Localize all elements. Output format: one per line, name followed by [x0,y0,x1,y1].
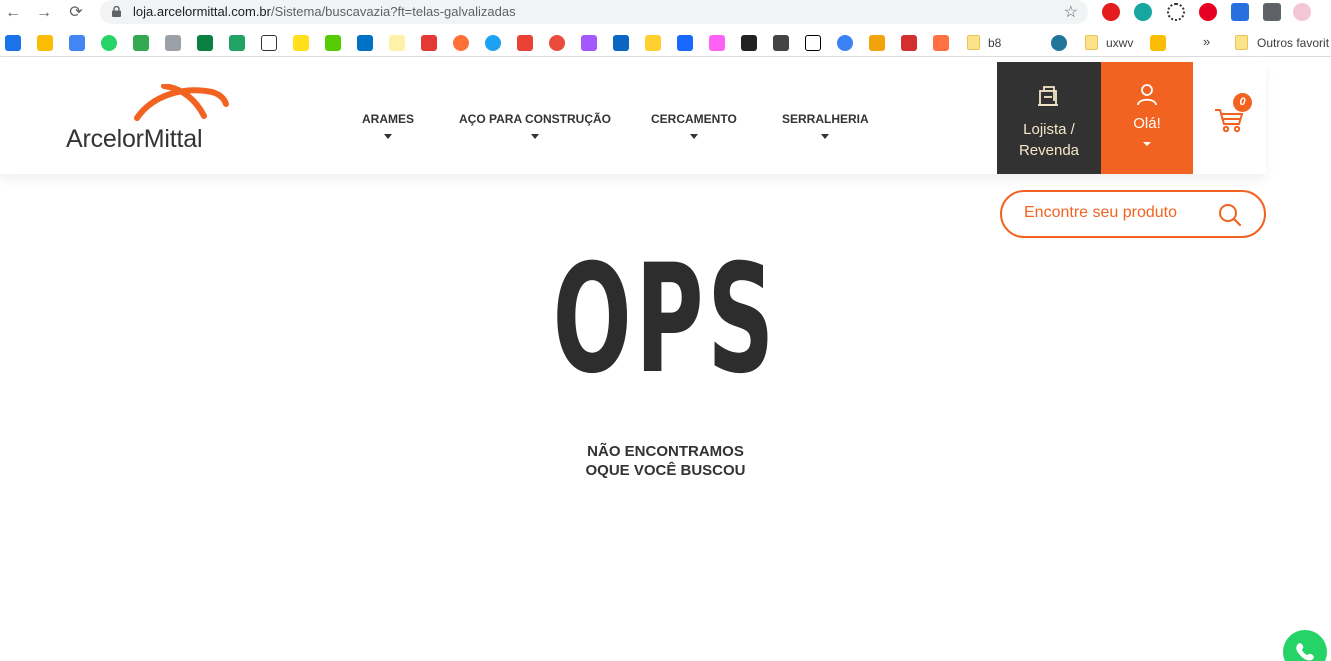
mailchimp-bookmark-icon[interactable] [293,35,309,51]
other-bookmarks-folder[interactable]: Outros favorit [1257,36,1329,50]
bookmark-icon[interactable] [165,35,181,51]
bookmark-folder-b8[interactable]: b8 [988,36,1001,50]
not-found-message: NÃO ENCONTRAMOS OQUE VOCÊ BUSCOU [0,442,1331,480]
whatsapp-icon [1296,643,1314,661]
bookmark-icon[interactable] [1019,35,1035,51]
reload-icon[interactable]: ⟳ [65,2,87,24]
twitter-bookmark-icon[interactable] [485,35,501,51]
bookmark-icon[interactable] [901,35,917,51]
extension-dots-icon[interactable] [1167,3,1185,21]
user-icon [1137,84,1157,106]
url-domain: loja.arcelormittal.com.br [133,4,271,19]
menu-label: AÇO PARA CONSTRUÇÃO [459,112,611,126]
caret-down-icon [821,134,830,139]
bookmark-icon[interactable] [773,35,789,51]
not-found-message-line2: OQUE VOCÊ BUSCOU [585,462,746,479]
bookmark-icon[interactable] [869,35,885,51]
folder-icon[interactable] [967,35,980,50]
lojista-label: Lojista / Revenda [997,119,1101,161]
calendar-bookmark-icon[interactable] [5,35,21,51]
menu-label: CERCAMENTO [651,112,737,126]
error-title: OPS [552,233,778,407]
wordpress-bookmark-icon[interactable] [1051,35,1067,51]
site-header: ArcelorMittal ARAMES AÇO PARA CONSTRUÇÃO… [0,62,1266,174]
bookmarks-bar: b8 uxwv » Outros favorit [0,29,1331,57]
logo-text: ArcelorMittal [66,125,203,153]
keep-bookmark-icon[interactable] [1150,35,1166,51]
search-icon[interactable] [1218,203,1242,227]
caret-down-icon [1143,142,1151,146]
extension-m-icon[interactable] [1134,3,1152,21]
bookmark-icon[interactable] [261,35,277,51]
whatsapp-chat-button[interactable] [1283,630,1327,661]
bookmark-star-icon[interactable]: ☆ [1064,2,1078,22]
bookmark-folder-uxwv[interactable]: uxwv [1106,36,1133,50]
profile-avatar-icon[interactable] [1293,3,1311,21]
url-path: /Sistema/buscavazia?ft=telas-galvalizada… [271,4,516,19]
bookmark-icon[interactable] [837,35,853,51]
duolingo-bookmark-icon[interactable] [325,35,341,51]
menu-label: ARAMES [362,112,415,126]
shop-icon [1038,86,1058,106]
cart-count-badge: 0 [1233,93,1252,112]
caret-down-icon [531,134,539,139]
linkedin-bookmark-icon[interactable] [613,35,629,51]
pinterest-extension-icon[interactable] [1199,3,1217,21]
account-greeting: Olá! [1133,115,1161,132]
bookmark-icon[interactable] [933,35,949,51]
more-bookmarks-button[interactable]: » [1203,34,1210,49]
translate-bookmark-icon[interactable] [69,35,85,51]
drive-bookmark-icon[interactable] [37,35,53,51]
url-text: loja.arcelormittal.com.br/Sistema/buscav… [133,4,516,19]
address-bar[interactable]: loja.arcelormittal.com.br/Sistema/buscav… [100,0,1088,24]
not-found-message-line1: NÃO ENCONTRAMOS [587,443,744,460]
bookmark-icon[interactable] [229,35,245,51]
wave-extension-icon[interactable] [1231,3,1249,21]
menu-aco-para-construcao[interactable]: AÇO PARA CONSTRUÇÃO [459,112,611,139]
maps-bookmark-icon[interactable] [133,35,149,51]
gmail-bookmark-icon[interactable] [517,35,533,51]
menu-label: SERRALHERIA [782,112,869,126]
whatsapp-bookmark-icon[interactable] [101,35,117,51]
miro-bookmark-icon[interactable] [645,35,661,51]
notes-bookmark-icon[interactable] [389,35,405,51]
menu-arames[interactable]: ARAMES [362,112,414,139]
lojista-revenda-button[interactable]: Lojista / Revenda [997,62,1101,174]
outlook-bookmark-icon[interactable] [357,35,373,51]
arcelormittal-logo[interactable]: ArcelorMittal [64,84,234,154]
puzzle-extensions-icon[interactable] [1263,3,1281,21]
caret-down-icon [689,134,698,139]
bookmark-icon[interactable] [453,35,469,51]
adblock-extension-icon[interactable] [1102,3,1120,21]
account-button[interactable]: Olá! [1101,62,1193,174]
bookmark-icon[interactable] [709,35,725,51]
folder-icon[interactable] [1085,35,1098,50]
forward-arrow-icon[interactable]: → [33,2,55,24]
lojista-label-line1: Lojista / [1023,121,1075,138]
bookmark-icon[interactable] [197,35,213,51]
tomato-bookmark-icon[interactable] [549,35,565,51]
back-arrow-icon[interactable]: ← [2,2,24,24]
behance-bookmark-icon[interactable] [677,35,693,51]
menu-cercamento[interactable]: CERCAMENTO [651,112,737,139]
notion-bookmark-icon[interactable] [805,35,821,51]
menu-serralheria[interactable]: SERRALHERIA [782,112,869,139]
lojista-label-line2: Revenda [1018,142,1080,159]
lock-icon [112,6,121,17]
browser-toolbar: ← → ⟳ loja.arcelormittal.com.br/Sistema/… [0,0,1331,26]
caret-down-icon [384,134,392,139]
logo-swoosh-icon [134,84,229,121]
bookmark-icon[interactable] [741,35,757,51]
folder-icon[interactable] [1235,35,1248,50]
bookmark-icon[interactable] [421,35,437,51]
figma-bookmark-icon[interactable] [581,35,597,51]
